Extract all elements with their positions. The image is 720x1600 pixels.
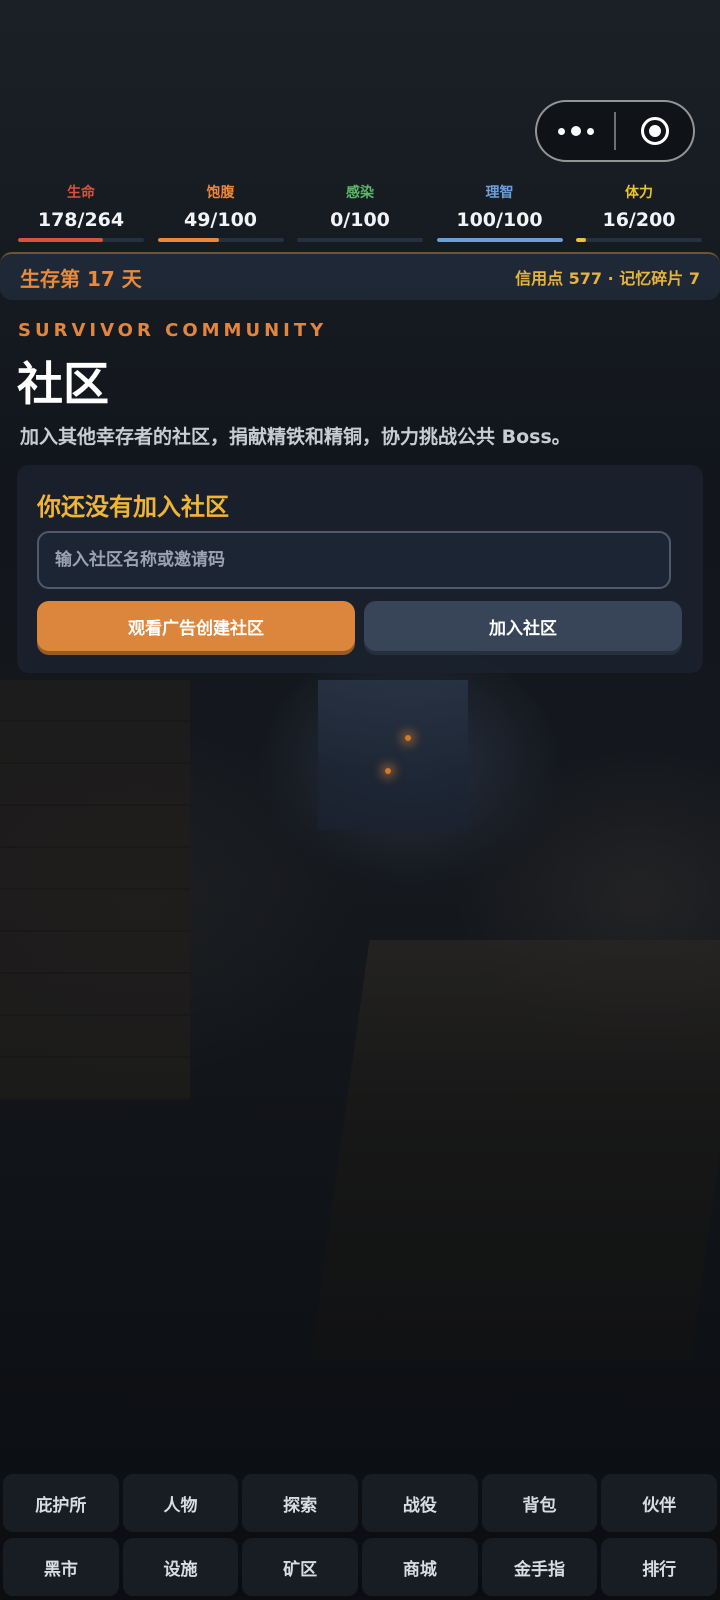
- community-join-card: 你还没有加入社区 观看广告创建社区 加入社区: [17, 465, 703, 673]
- stat-infection: 感染 0/100: [297, 178, 423, 248]
- nav-item-black-market[interactable]: 黑市: [3, 1538, 119, 1596]
- nav-item-explore[interactable]: 探索: [242, 1474, 359, 1532]
- survival-status-bar: 生存第 17 天 信用点 577 · 记忆碎片 7: [0, 252, 720, 300]
- nav-item-facilities[interactable]: 设施: [122, 1538, 239, 1596]
- mini-program-capsule: [535, 100, 695, 162]
- stat-value: 0/100: [330, 209, 390, 231]
- stat-progress-fill: [157, 238, 220, 242]
- stat-progress-bar: [297, 238, 423, 242]
- stats-bar: 生命 178/264 饱腹 49/100 感染 0/100 理智 100/100…: [0, 178, 720, 248]
- nav-item-backpack[interactable]: 背包: [481, 1474, 598, 1532]
- stat-value: 178/264: [37, 209, 125, 231]
- dot-icon: [586, 127, 594, 135]
- nav-item-mine[interactable]: 矿区: [242, 1538, 359, 1596]
- stat-health: 生命 178/264: [18, 178, 144, 248]
- resource-summary: 信用点 577 · 记忆碎片 7: [515, 269, 700, 288]
- stat-progress-fill: [18, 238, 103, 242]
- nav-item-cheats[interactable]: 金手指: [481, 1538, 598, 1596]
- stat-progress-fill: [576, 238, 587, 242]
- page-subtitle: SURVIVOR COMMUNITY: [18, 320, 328, 341]
- nav-item-campaign[interactable]: 战役: [362, 1474, 478, 1532]
- nav-item-shelter[interactable]: 庇护所: [3, 1474, 119, 1532]
- nav-item-partner[interactable]: 伙伴: [601, 1474, 718, 1532]
- stat-label: 饱腹: [206, 185, 235, 201]
- join-community-button[interactable]: 加入社区: [364, 601, 682, 651]
- stat-progress-fill: [436, 238, 563, 242]
- stat-value: 100/100: [456, 209, 543, 231]
- nav-item-ranking[interactable]: 排行: [601, 1538, 718, 1596]
- nav-item-shop[interactable]: 商城: [362, 1538, 478, 1596]
- bottom-navigation: 庇护所 人物 探索 战役 背包 伙伴 黑市 设施 矿区 商城 金手指 排行: [0, 1474, 720, 1600]
- survival-day-label: 生存第 17 天: [20, 266, 142, 291]
- page-description: 加入其他幸存者的社区，捐献精铁和精铜，协力挑战公共 Boss。: [20, 426, 571, 448]
- dot-icon: [570, 126, 581, 136]
- create-community-button[interactable]: 观看广告创建社区: [37, 601, 355, 651]
- stat-label: 理智: [485, 185, 514, 201]
- dot-icon: [557, 127, 565, 135]
- stat-sanity: 理智 100/100: [436, 178, 563, 248]
- stat-label: 生命: [67, 185, 95, 201]
- stat-satiety: 饱腹 49/100: [157, 178, 284, 248]
- stat-progress-bar: [18, 238, 144, 242]
- stat-value: 16/200: [602, 209, 676, 231]
- nav-row: 黑市 设施 矿区 商城 金手指 排行: [0, 1538, 720, 1596]
- stat-stamina: 体力 16/200: [576, 178, 702, 248]
- close-miniprogram-button[interactable]: [616, 102, 693, 160]
- stat-progress-bar: [436, 238, 563, 242]
- nav-row: 庇护所 人物 探索 战役 背包 伙伴: [0, 1474, 720, 1532]
- community-search-input[interactable]: [37, 531, 671, 589]
- target-icon: [640, 117, 669, 145]
- card-heading: 你还没有加入社区: [37, 493, 229, 521]
- nav-item-character[interactable]: 人物: [122, 1474, 239, 1532]
- stat-label: 感染: [346, 185, 374, 201]
- stat-progress-bar: [157, 238, 284, 242]
- more-options-button[interactable]: [537, 102, 614, 160]
- stat-label: 体力: [625, 185, 653, 201]
- stat-progress-bar: [576, 238, 702, 242]
- stat-value: 49/100: [183, 209, 258, 231]
- page-title: 社区: [17, 357, 109, 411]
